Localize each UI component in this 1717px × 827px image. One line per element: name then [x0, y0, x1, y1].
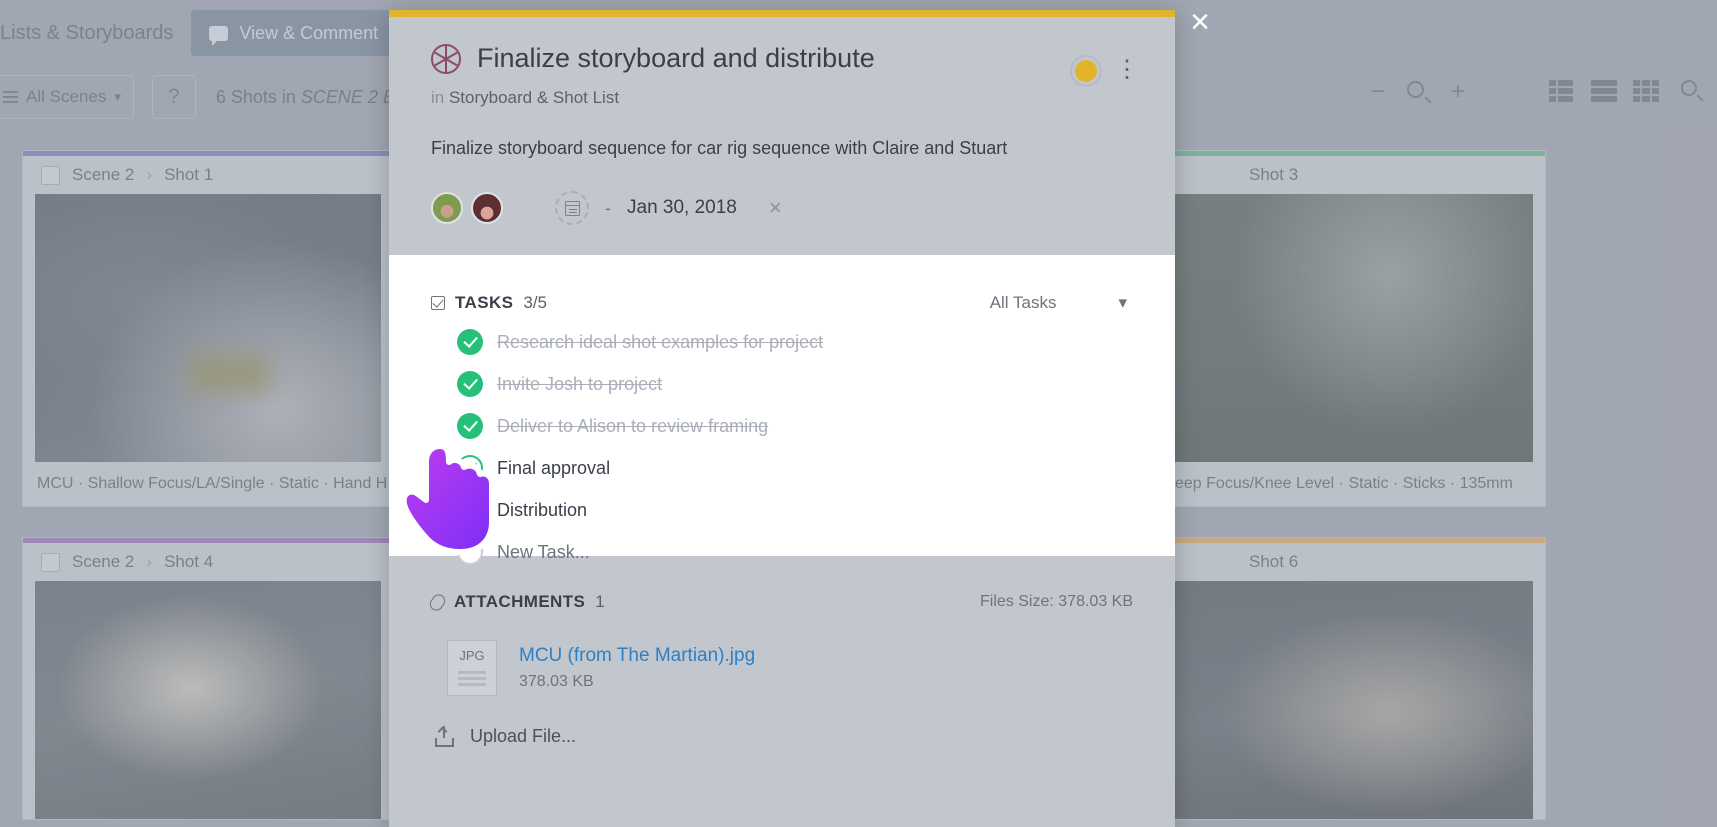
hand-pointer-cursor — [400, 440, 505, 560]
paperclip-icon — [427, 591, 447, 612]
task-label: Invite Josh to project — [497, 374, 662, 395]
task-label: Distribution — [497, 500, 587, 521]
task-item[interactable]: Final approval — [431, 455, 1133, 481]
status-badge[interactable] — [1075, 60, 1097, 82]
upload-file-label: Upload File... — [470, 726, 576, 747]
attachments-header: ATTACHMENTS 1 Files Size: 378.03 KB — [431, 592, 1133, 612]
modal-accent-bar — [389, 10, 1175, 17]
task-checkbox-checked[interactable] — [457, 371, 483, 397]
task-item[interactable]: Invite Josh to project — [431, 371, 1133, 397]
clear-date-button[interactable]: × — [769, 195, 782, 221]
modal-subtitle: in Storyboard & Shot List — [431, 88, 1133, 108]
task-description[interactable]: Finalize storyboard sequence for car rig… — [431, 138, 1133, 159]
task-checkbox-checked[interactable] — [457, 413, 483, 439]
tasks-count: 3/5 — [523, 293, 547, 313]
avatar[interactable] — [471, 192, 503, 224]
modal-title-row: Finalize storyboard and distribute — [431, 43, 1133, 74]
task-label: Deliver to Alison to review framing — [497, 416, 768, 437]
tasks-heading: TASKS — [455, 293, 513, 313]
modal-header: Finalize storyboard and distribute in St… — [389, 17, 1175, 251]
close-icon[interactable]: × — [1185, 8, 1215, 38]
attachment-size: 378.03 KB — [519, 673, 755, 691]
more-options-button[interactable]: ⋮ — [1115, 58, 1139, 82]
due-date[interactable]: Jan 30, 2018 — [627, 197, 737, 219]
upload-file-button[interactable]: Upload File... — [431, 726, 1133, 747]
task-label: Final approval — [497, 458, 610, 479]
file-lines-icon — [458, 668, 486, 689]
aperture-icon — [431, 44, 461, 74]
attachment-item[interactable]: JPG MCU (from The Martian).jpg 378.03 KB — [431, 640, 1133, 696]
task-meta-row: - Jan 30, 2018 × — [431, 191, 1133, 251]
task-item[interactable]: Research ideal shot examples for project — [431, 329, 1133, 355]
task-label: Research ideal shot examples for project — [497, 332, 823, 353]
attachments-heading: ATTACHMENTS — [454, 592, 585, 612]
attachments-count: 1 — [595, 592, 604, 612]
files-size-label: Files Size: 378.03 KB — [980, 593, 1133, 611]
file-extension-label: JPG — [459, 648, 484, 663]
date-separator: - — [605, 198, 611, 219]
task-detail-modal: ⋮ Finalize storyboard and distribute in … — [389, 10, 1175, 827]
calendar-icon[interactable] — [555, 191, 589, 225]
file-thumbnail[interactable]: JPG — [447, 640, 497, 696]
tasks-header: TASKS 3/5 All Tasks ▾ — [431, 293, 1133, 313]
tasks-check-icon — [431, 296, 445, 310]
task-checkbox-checked[interactable] — [457, 329, 483, 355]
tasks-panel: TASKS 3/5 All Tasks ▾ Research ideal sho… — [389, 255, 1175, 556]
page-title: Finalize storyboard and distribute — [477, 43, 875, 74]
upload-icon — [435, 726, 454, 747]
attachments-section: ATTACHMENTS 1 Files Size: 378.03 KB JPG … — [389, 556, 1175, 747]
task-item[interactable]: Deliver to Alison to review framing — [431, 413, 1133, 439]
task-item[interactable]: Distribution — [431, 497, 1133, 523]
tasks-filter-label: All Tasks — [990, 293, 1057, 313]
attachment-name-link[interactable]: MCU (from The Martian).jpg — [519, 645, 755, 667]
avatar[interactable] — [431, 192, 463, 224]
tasks-filter-dropdown[interactable]: All Tasks ▾ — [990, 293, 1133, 313]
chevron-down-icon: ▾ — [1118, 293, 1127, 313]
in-prefix: in — [431, 88, 449, 107]
list-name[interactable]: Storyboard & Shot List — [449, 88, 619, 107]
